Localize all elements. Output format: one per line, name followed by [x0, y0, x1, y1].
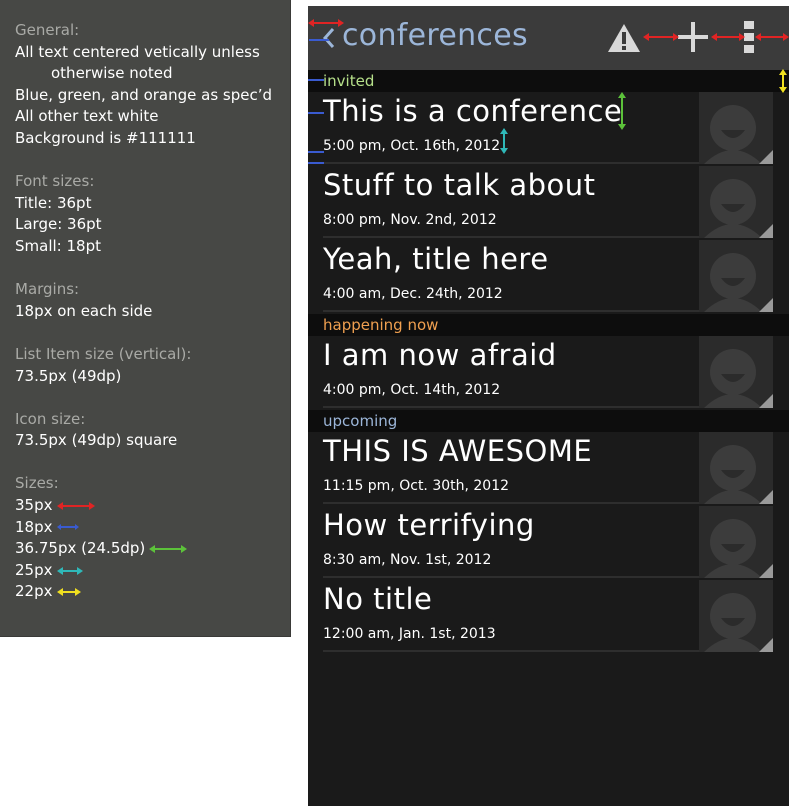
avatar: [699, 92, 773, 164]
avatar: [699, 580, 773, 652]
spec-list-item-title: List Item size (vertical):: [15, 344, 192, 363]
size-label: 36.75px (24.5dp): [15, 539, 146, 558]
spec-line: 73.5px (49dp): [15, 366, 122, 385]
warning-icon[interactable]: [607, 23, 641, 53]
item-title: THIS IS AWESOME: [323, 434, 593, 468]
avatar-icon: [704, 105, 773, 164]
size-row-36-75px: 36.75px (24.5dp): [15, 538, 290, 560]
spec-line: otherwise noted: [51, 64, 173, 83]
list-item[interactable]: How terrifying 8:30 am, Nov. 1st, 2012: [323, 506, 773, 578]
size-row-25px: 25px: [15, 560, 290, 582]
size-label: 22px: [15, 582, 53, 601]
list-item[interactable]: Yeah, title here 4:00 am, Dec. 24th, 201…: [323, 240, 773, 312]
spec-sizes: Sizes: 35px 18px 36.75px (24.5dp) 25px 2…: [15, 473, 290, 603]
avatar-icon: [704, 519, 773, 578]
spec-line: Title: 36pt: [15, 193, 92, 212]
size-row-35px: 35px: [15, 495, 290, 517]
avatar-icon: [704, 593, 773, 652]
spec-fonts: Font sizes: Title: 36pt Large: 36pt Smal…: [15, 171, 290, 257]
red-double-arrow-icon: [56, 501, 95, 510]
spec-line: Blue, green, and orange as spec’d: [15, 85, 273, 104]
item-title: I am now afraid: [323, 338, 557, 372]
list-item[interactable]: This is a conference 5:00 pm, Oct. 16th,…: [323, 92, 773, 164]
avatar: [699, 240, 773, 312]
avatar-icon: [704, 253, 773, 312]
yellow-double-arrow-icon: [56, 588, 81, 597]
cyan-double-arrow-icon: [56, 566, 83, 575]
avatar: [699, 506, 773, 578]
size-label: 18px: [15, 517, 53, 536]
dim-18px-blue-arrow-icon: [308, 162, 324, 164]
spec-icon: Icon size: 73.5px (49dp) square: [15, 409, 290, 452]
spec-margins: Margins: 18px on each side: [15, 279, 290, 322]
spec-line: 73.5px (49dp) square: [15, 431, 178, 450]
dim-25px-cyan-arrow-icon: [500, 128, 508, 154]
avatar: [699, 166, 773, 238]
item-time: 12:00 am, Jan. 1st, 2013: [323, 626, 496, 642]
size-label: 25px: [15, 560, 53, 579]
spec-fonts-title: Font sizes:: [15, 172, 95, 191]
item-title: Stuff to talk about: [323, 168, 596, 202]
dim-22px-yellow-arrow-icon: [779, 69, 787, 93]
section-label: upcoming: [323, 412, 398, 430]
action-bar: conferences: [308, 6, 789, 70]
spec-margins-title: Margins:: [15, 280, 80, 299]
app-title[interactable]: conferences: [342, 18, 528, 53]
dim-18px-blue-arrow-icon: [308, 151, 324, 153]
section-label: invited: [323, 72, 375, 90]
item-title: Yeah, title here: [323, 242, 549, 276]
list-item[interactable]: THIS IS AWESOME 11:15 pm, Oct. 30th, 201…: [323, 432, 773, 504]
dim-36-75px-green-arrow-icon: [618, 92, 626, 130]
green-double-arrow-icon: [149, 545, 188, 554]
dim-35px-red-arrow-icon: [711, 33, 745, 41]
item-time: 4:00 pm, Oct. 14th, 2012: [323, 382, 501, 398]
item-time: 8:00 pm, Nov. 2nd, 2012: [323, 212, 497, 228]
size-row-22px: 22px: [15, 581, 290, 603]
item-time: 4:00 am, Dec. 24th, 2012: [323, 286, 503, 302]
dim-18px-blue-arrow-icon: [309, 39, 329, 41]
blue-double-arrow-icon: [56, 524, 79, 531]
section-label: happening now: [323, 316, 439, 334]
avatar-icon: [704, 179, 773, 238]
section-header-invited: invited: [308, 70, 789, 92]
spec-line: 18px on each side: [15, 301, 153, 320]
spec-line: All text centered vetically unless: [15, 42, 260, 61]
spec-line: Large: 36pt: [15, 215, 102, 234]
spec-general-title: General:: [15, 21, 80, 39]
item-time: 5:00 pm, Oct. 16th, 2012: [323, 138, 501, 154]
spec-general: General: All text centered vetically unl…: [15, 20, 290, 150]
avatar: [699, 432, 773, 504]
item-time: 8:30 am, Nov. 1st, 2012: [323, 552, 492, 568]
item-title: How terrifying: [323, 508, 535, 542]
overflow-menu-icon[interactable]: [744, 20, 754, 54]
spec-list-item: List Item size (vertical): 73.5px (49dp): [15, 344, 290, 387]
phone-screen: conferences invited This is a conference…: [308, 6, 789, 806]
dim-18px-blue-arrow-icon: [308, 79, 324, 81]
dim-35px-red-arrow-icon: [643, 33, 679, 41]
dim-18px-blue-arrow-icon: [308, 112, 324, 114]
avatar-icon: [704, 445, 773, 504]
spec-sizes-title: Sizes:: [15, 474, 59, 493]
list-item[interactable]: Stuff to talk about 8:00 pm, Nov. 2nd, 2…: [323, 166, 773, 238]
item-title: No title: [323, 582, 433, 616]
spec-line: Small: 18pt: [15, 236, 101, 255]
spec-icon-title: Icon size:: [15, 409, 86, 428]
avatar: [699, 336, 773, 408]
item-title: This is a conference: [323, 94, 623, 128]
list-item[interactable]: I am now afraid 4:00 pm, Oct. 14th, 2012: [323, 336, 773, 408]
dim-35px-red-arrow-icon: [755, 33, 789, 41]
avatar-icon: [704, 349, 773, 408]
spec-panel: General: All text centered vetically unl…: [0, 0, 291, 637]
section-header-happening-now: happening now: [308, 314, 789, 336]
size-label: 35px: [15, 496, 53, 515]
dim-35px-red-arrow-icon: [308, 19, 344, 27]
list-item[interactable]: No title 12:00 am, Jan. 1st, 2013: [323, 580, 773, 652]
add-icon[interactable]: [676, 20, 710, 54]
section-header-upcoming: upcoming: [308, 410, 789, 432]
size-row-18px: 18px: [15, 517, 290, 539]
item-time: 11:15 pm, Oct. 30th, 2012: [323, 478, 510, 494]
spec-line: Background is #111111: [15, 128, 196, 147]
spec-line: All other text white: [15, 107, 159, 126]
